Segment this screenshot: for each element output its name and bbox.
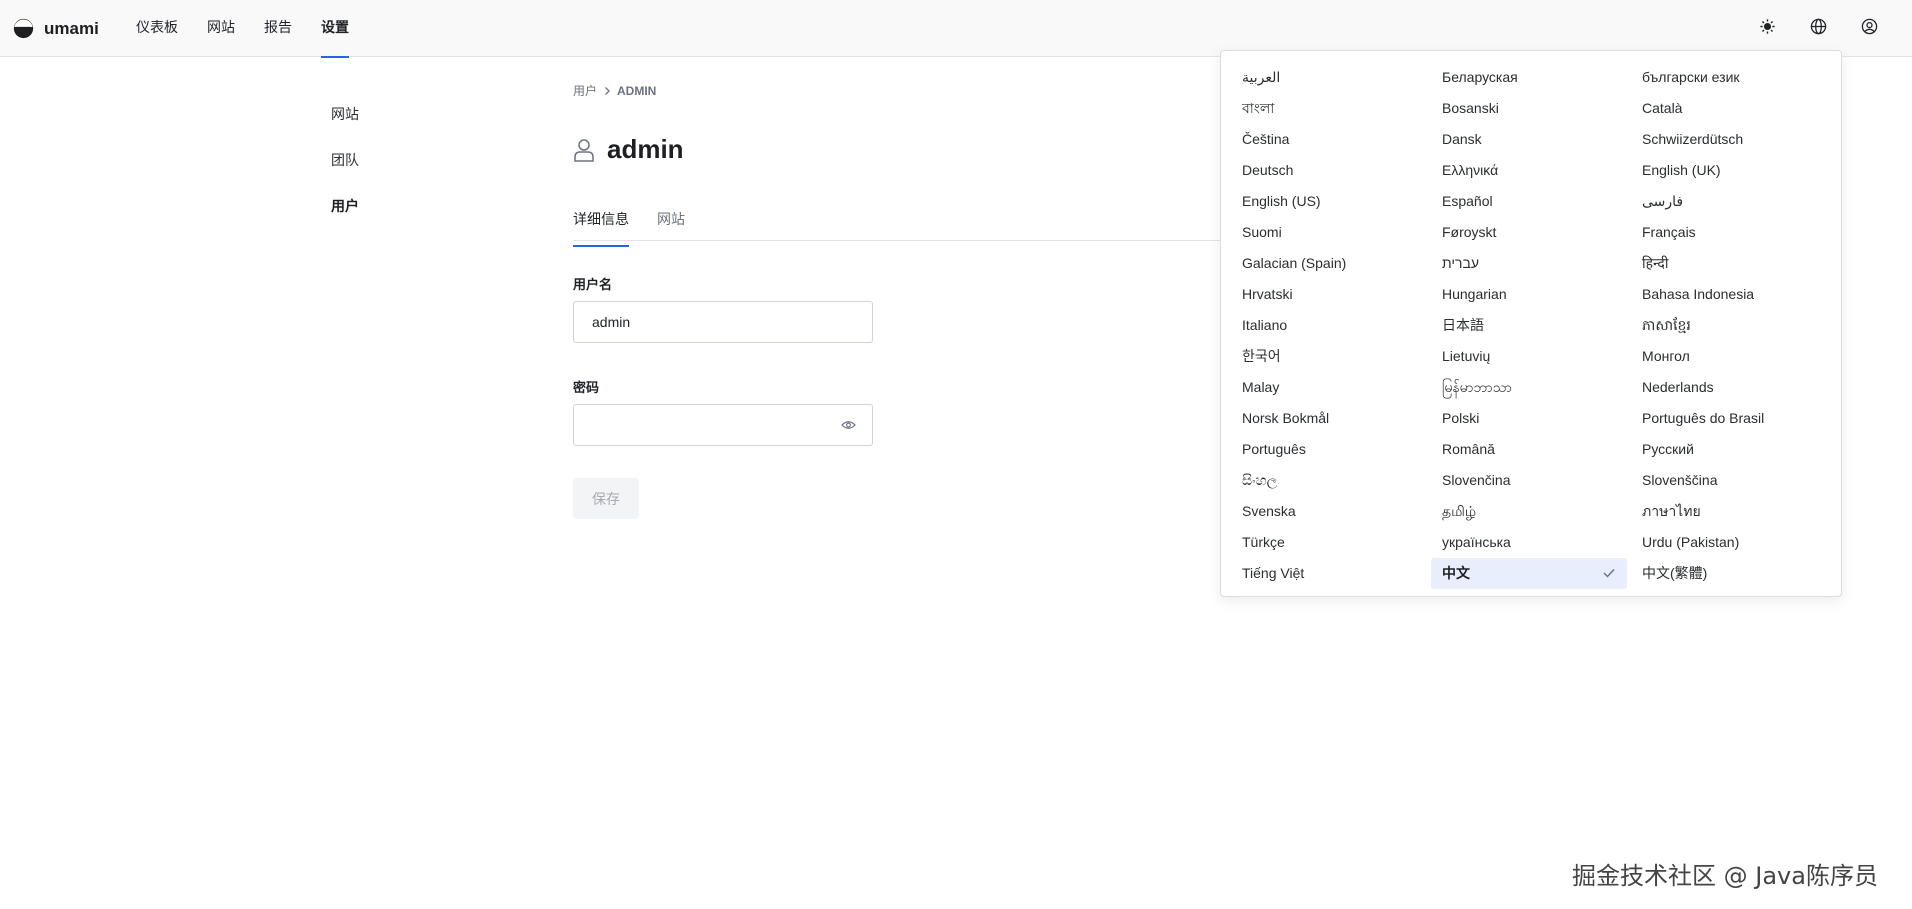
language-option[interactable]: 日本語: [1431, 310, 1631, 341]
language-option-selected[interactable]: 中文: [1431, 558, 1627, 589]
sidebar-item-websites[interactable]: 网站: [331, 104, 359, 150]
tab-websites[interactable]: 网站: [657, 204, 685, 240]
user-circle-icon[interactable]: [1861, 18, 1878, 35]
main-nav: 仪表板 网站 报告 设置: [136, 0, 378, 58]
language-option[interactable]: বাংলা: [1231, 93, 1431, 124]
nav-websites[interactable]: 网站: [207, 0, 235, 57]
language-option[interactable]: မြန်မာဘာသာ: [1431, 372, 1631, 403]
language-option[interactable]: Tiếng Việt: [1231, 558, 1431, 589]
username-field[interactable]: admin: [573, 301, 873, 343]
language-option[interactable]: Română: [1431, 434, 1631, 465]
language-option[interactable]: Ελληνικά: [1431, 155, 1631, 186]
chevron-right-icon: [605, 86, 610, 95]
language-option[interactable]: Português: [1231, 434, 1431, 465]
watermark: 掘金技术社区 @ Java陈序员: [1572, 862, 1878, 890]
nav-settings[interactable]: 设置: [321, 0, 349, 58]
language-option-label: 中文: [1442, 565, 1470, 581]
language-option[interactable]: English (US): [1231, 186, 1431, 217]
language-option[interactable]: български език: [1631, 62, 1831, 93]
language-dropdown: العربية Беларуская български език বাংলা Bosa…: [1220, 50, 1842, 597]
user-tabs: 详细信息 网站: [573, 204, 1233, 247]
language-option[interactable]: Slovenščina: [1631, 465, 1831, 496]
user-icon: [574, 138, 594, 162]
language-option[interactable]: Hrvatski: [1231, 279, 1431, 310]
language-option[interactable]: Русский: [1631, 434, 1831, 465]
language-option[interactable]: עברית: [1431, 248, 1631, 279]
language-option[interactable]: Nederlands: [1631, 372, 1831, 403]
language-option[interactable]: Schwiizerdütsch: [1631, 124, 1831, 155]
breadcrumb: 用户 ADMIN: [573, 82, 656, 99]
language-option[interactable]: Urdu (Pakistan): [1631, 527, 1831, 558]
language-option[interactable]: 中文(繁體): [1631, 558, 1831, 589]
umami-logo-icon: [13, 18, 34, 39]
language-option[interactable]: Монгол: [1631, 341, 1831, 372]
nav-reports[interactable]: 报告: [264, 0, 292, 57]
language-option[interactable]: Suomi: [1231, 217, 1431, 248]
language-option[interactable]: العربية: [1231, 62, 1431, 93]
language-option[interactable]: Bosanski: [1431, 93, 1631, 124]
app-name: umami: [44, 18, 99, 38]
tab-details[interactable]: 详细信息: [573, 204, 629, 247]
language-option[interactable]: فارسی: [1631, 186, 1831, 217]
language-option[interactable]: Italiano: [1231, 310, 1431, 341]
language-option[interactable]: Беларуская: [1431, 62, 1631, 93]
language-option[interactable]: Dansk: [1431, 124, 1631, 155]
language-option[interactable]: Türkçe: [1231, 527, 1431, 558]
language-option[interactable]: Galacian (Spain): [1231, 248, 1431, 279]
language-option[interactable]: Malay: [1231, 372, 1431, 403]
language-option[interactable]: தமிழ்: [1431, 496, 1631, 527]
language-option[interactable]: Svenska: [1231, 496, 1431, 527]
sidebar-item-users[interactable]: 用户: [331, 196, 359, 242]
save-button[interactable]: 保存: [573, 478, 639, 519]
breadcrumb-users-link[interactable]: 用户: [573, 82, 597, 99]
page-title-text: admin: [607, 134, 684, 164]
language-option[interactable]: Bahasa Indonesia: [1631, 279, 1831, 310]
settings-sidebar: 网站 团队 用户: [331, 104, 359, 242]
language-option[interactable]: ភាសាខ្មែរ: [1631, 310, 1831, 341]
sidebar-item-teams[interactable]: 团队: [331, 150, 359, 196]
language-option[interactable]: Føroyskt: [1431, 217, 1631, 248]
language-option[interactable]: English (UK): [1631, 155, 1831, 186]
header-actions: [1759, 18, 1878, 35]
language-option[interactable]: ภาษาไทย: [1631, 496, 1831, 527]
password-label: 密码: [573, 380, 600, 395]
check-icon: [1603, 569, 1615, 578]
language-option[interactable]: Català: [1631, 93, 1831, 124]
language-list: العربية Беларуская български език বাংলা Bosa…: [1231, 62, 1831, 589]
language-option[interactable]: Polski: [1431, 403, 1631, 434]
language-option[interactable]: हिन्दी: [1631, 248, 1831, 279]
language-option[interactable]: 한국어: [1231, 341, 1431, 372]
language-option[interactable]: Português do Brasil: [1631, 403, 1831, 434]
language-option[interactable]: සිංහල: [1231, 465, 1431, 496]
top-header: umami 仪表板 网站 报告 设置: [0, 0, 1912, 58]
password-field[interactable]: [573, 404, 873, 446]
language-option[interactable]: Hungarian: [1431, 279, 1631, 310]
language-option[interactable]: Norsk Bokmål: [1231, 403, 1431, 434]
nav-dashboard[interactable]: 仪表板: [136, 0, 178, 57]
language-option[interactable]: Lietuvių: [1431, 341, 1631, 372]
language-option[interactable]: Slovenčina: [1431, 465, 1631, 496]
app-logo[interactable]: umami: [13, 18, 99, 39]
language-option[interactable]: Français: [1631, 217, 1831, 248]
language-option[interactable]: українська: [1431, 527, 1631, 558]
globe-icon[interactable]: [1810, 18, 1827, 35]
page-title: admin: [573, 134, 684, 165]
language-option[interactable]: Deutsch: [1231, 155, 1431, 186]
language-option[interactable]: Čeština: [1231, 124, 1431, 155]
breadcrumb-current: ADMIN: [617, 83, 657, 98]
eye-icon[interactable]: [841, 419, 856, 431]
language-option[interactable]: Español: [1431, 186, 1631, 217]
username-label: 用户名: [573, 277, 613, 292]
sun-icon[interactable]: [1759, 18, 1776, 35]
